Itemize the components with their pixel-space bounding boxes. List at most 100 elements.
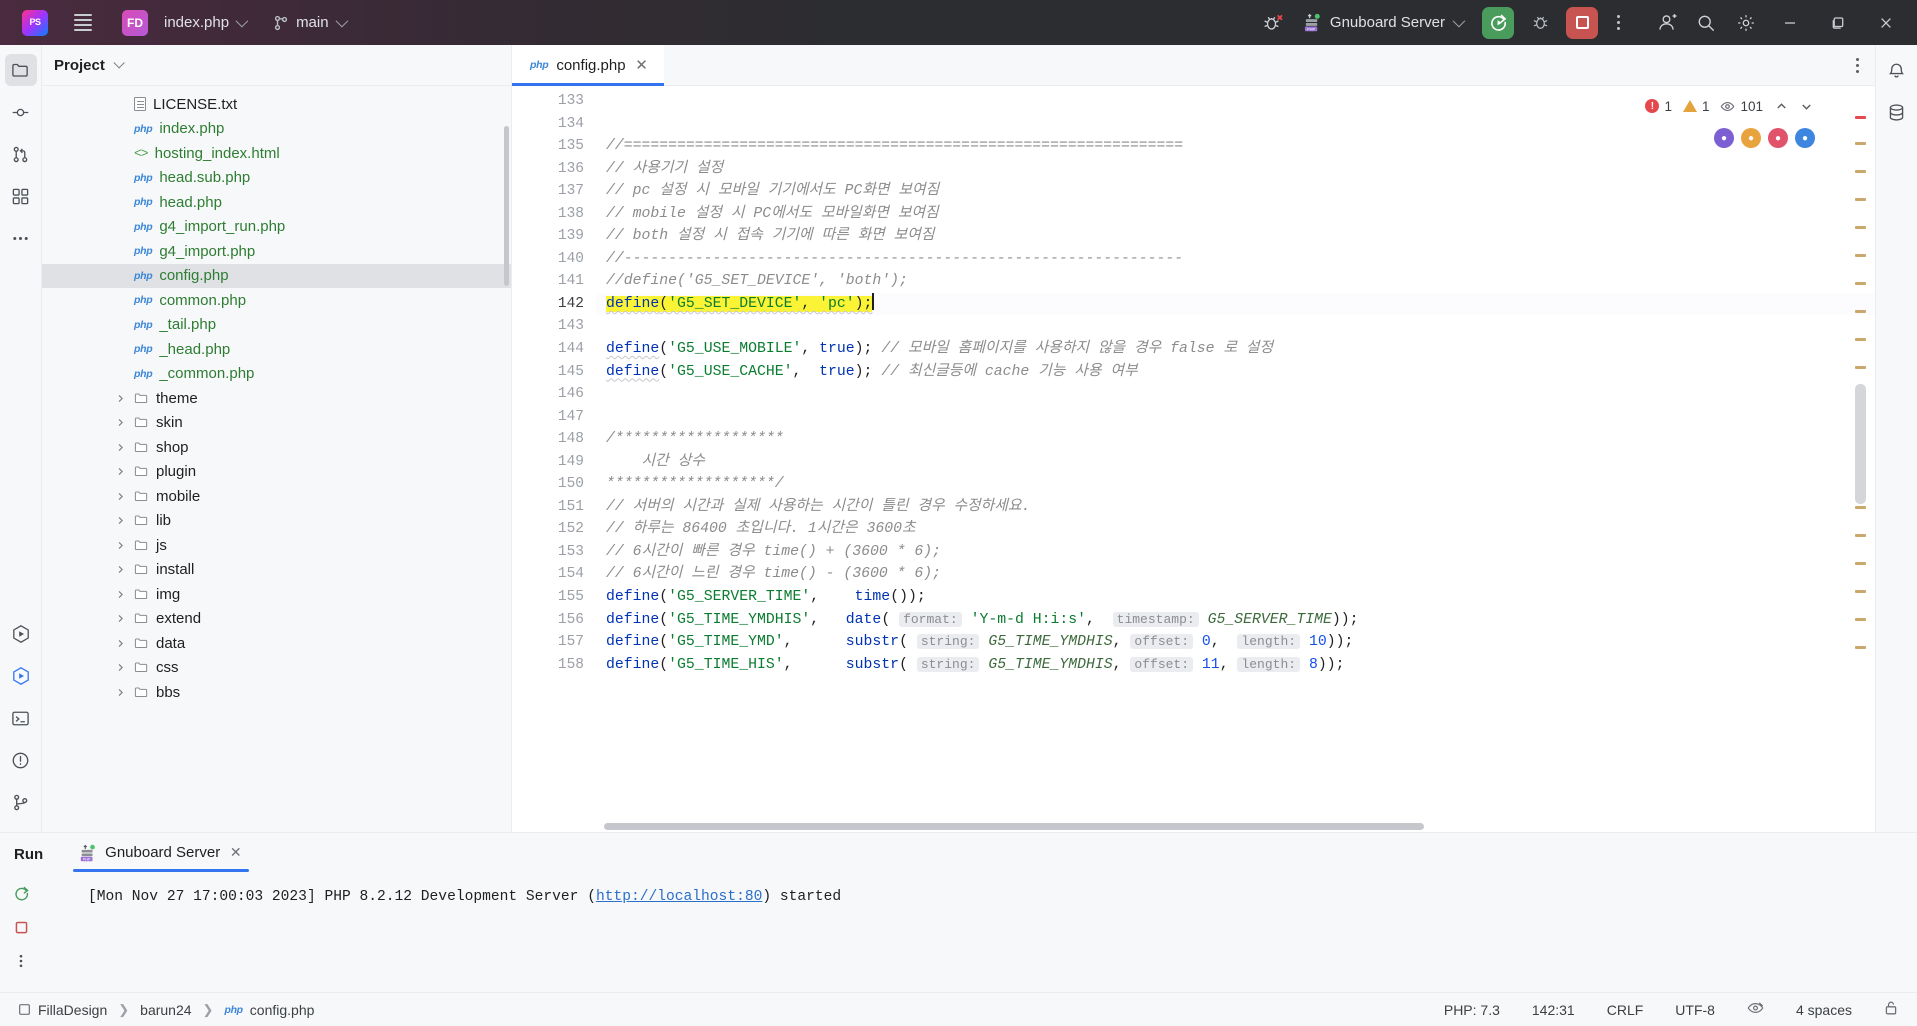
line-number[interactable]: 145: [512, 361, 596, 384]
line-number[interactable]: 151: [512, 496, 596, 519]
chevron-right-icon[interactable]: [112, 467, 128, 476]
warning-count[interactable]: 1: [1679, 98, 1714, 115]
tree-folder-item[interactable]: data: [42, 631, 511, 656]
chevron-right-icon[interactable]: [112, 565, 128, 574]
run-tab-gnuboard-server[interactable]: PHP Gnuboard Server ✕: [69, 838, 253, 872]
line-number[interactable]: 138: [512, 203, 596, 226]
debug-bug-icon[interactable]: [1254, 6, 1292, 40]
line-number[interactable]: 136: [512, 158, 596, 181]
commit-tool-icon[interactable]: [5, 96, 37, 128]
chevron-right-icon[interactable]: [112, 590, 128, 599]
editor-marker[interactable]: [1855, 170, 1866, 173]
chevron-right-icon[interactable]: [112, 639, 128, 648]
notifications-icon[interactable]: [1881, 54, 1913, 86]
code-line[interactable]: define('G5_TIME_HIS', substr( string: G5…: [596, 654, 1875, 677]
run-tool-icon[interactable]: [5, 618, 37, 650]
hamburger-menu-icon[interactable]: [66, 6, 100, 40]
avatar[interactable]: ●: [1795, 128, 1815, 148]
line-number[interactable]: 143: [512, 315, 596, 338]
editor-marker[interactable]: [1855, 366, 1866, 369]
tree-file-item[interactable]: php head.php: [42, 190, 511, 215]
line-number[interactable]: 152: [512, 518, 596, 541]
tree-file-item[interactable]: php g4_import_run.php: [42, 215, 511, 240]
chevron-right-icon[interactable]: [112, 418, 128, 427]
line-number[interactable]: 141: [512, 270, 596, 293]
code-line[interactable]: // mobile 설정 시 PC에서도 모바일화면 보여짐: [596, 203, 1875, 226]
more-options-icon[interactable]: [1605, 6, 1631, 40]
stop-button[interactable]: [1566, 6, 1598, 39]
line-number[interactable]: 158: [512, 654, 596, 677]
editor-horizontal-scrollbar[interactable]: [604, 823, 1424, 830]
tree-file-item[interactable]: php _head.php: [42, 337, 511, 362]
editor-marker[interactable]: [1855, 310, 1866, 313]
code-line[interactable]: define('G5_USE_CACHE', true); // 최신글등에 c…: [596, 361, 1875, 384]
project-tool-icon[interactable]: [4, 54, 37, 86]
project-scrollbar[interactable]: [504, 126, 509, 286]
tree-folder-item[interactable]: shop: [42, 435, 511, 460]
tree-folder-item[interactable]: lib: [42, 509, 511, 534]
tree-folder-item[interactable]: mobile: [42, 484, 511, 509]
chevron-right-icon[interactable]: [112, 614, 128, 623]
run-console-output[interactable]: [Mon Nov 27 17:00:03 2023] PHP 8.2.12 De…: [42, 875, 1917, 992]
line-number[interactable]: 150: [512, 473, 596, 496]
code-line[interactable]: define('G5_SERVER_TIME', time());: [596, 586, 1875, 609]
code-line[interactable]: // both 설정 시 접속 기기에 따른 화면 보여짐: [596, 225, 1875, 248]
line-number[interactable]: 157: [512, 631, 596, 654]
code-line[interactable]: *******************/: [596, 473, 1875, 496]
tree-folder-item[interactable]: install: [42, 558, 511, 583]
tree-file-item[interactable]: php _tail.php: [42, 313, 511, 338]
line-number[interactable]: 142: [512, 293, 596, 316]
code-line[interactable]: [596, 315, 1875, 338]
chevron-right-icon[interactable]: [112, 443, 128, 452]
editor-marker[interactable]: [1855, 506, 1866, 509]
tree-file-item[interactable]: php head.sub.php: [42, 166, 511, 191]
editor-marker[interactable]: [1855, 116, 1866, 119]
code-line[interactable]: // pc 설정 시 모바일 기기에서도 PC화면 보여짐: [596, 180, 1875, 203]
tree-file-item[interactable]: php index.php: [42, 117, 511, 142]
tree-folder-item[interactable]: css: [42, 656, 511, 681]
line-number[interactable]: 156: [512, 609, 596, 632]
tree-file-item[interactable]: php config.php: [42, 263, 511, 288]
editor-marker[interactable]: [1855, 590, 1866, 593]
tree-folder-item[interactable]: js: [42, 533, 511, 558]
editor-vertical-scrollbar[interactable]: [1855, 384, 1866, 504]
line-number[interactable]: 135: [512, 135, 596, 158]
code-line[interactable]: //define('G5_SET_DEVICE', 'both');: [596, 270, 1875, 293]
code-line[interactable]: //======================================…: [596, 135, 1875, 158]
code-line[interactable]: //--------------------------------------…: [596, 248, 1875, 271]
editor-marker[interactable]: [1855, 282, 1866, 285]
code-line[interactable]: // 서버의 시간과 실제 사용하는 시간이 틀린 경우 수정하세요.: [596, 496, 1875, 519]
run-configuration-selector[interactable]: PHP Gnuboard Server: [1294, 9, 1471, 36]
structure-icon[interactable]: [5, 180, 37, 212]
editor-marker[interactable]: [1855, 562, 1866, 565]
code-line[interactable]: // 6시간이 빠른 경우 time() + (3600 * 6);: [596, 541, 1875, 564]
tree-folder-item[interactable]: bbs: [42, 680, 511, 705]
line-number[interactable]: 154: [512, 563, 596, 586]
php-version-indicator[interactable]: PHP: 7.3: [1439, 1000, 1505, 1020]
line-number[interactable]: 137: [512, 180, 596, 203]
line-separator-indicator[interactable]: CRLF: [1602, 1000, 1649, 1020]
chevron-right-icon[interactable]: [112, 394, 128, 403]
editor-marker-bar[interactable]: [1853, 94, 1867, 824]
breadcrumb-item-module[interactable]: FillaDesign: [14, 1000, 111, 1020]
tree-folder-item[interactable]: img: [42, 582, 511, 607]
editor-marker[interactable]: [1855, 646, 1866, 649]
line-number[interactable]: 133: [512, 90, 596, 113]
code-line[interactable]: [596, 383, 1875, 406]
editor-marker[interactable]: [1855, 226, 1866, 229]
tree-file-item[interactable]: php g4_import.php: [42, 239, 511, 264]
tree-file-item[interactable]: php _common.php: [42, 362, 511, 387]
line-number[interactable]: 134: [512, 113, 596, 136]
maximize-icon[interactable]: [1815, 0, 1861, 45]
editor-marker[interactable]: [1855, 618, 1866, 621]
debug-run-icon[interactable]: [1521, 6, 1559, 40]
avatar[interactable]: ●: [1768, 128, 1788, 148]
chevron-right-icon[interactable]: [112, 516, 128, 525]
chevron-right-icon[interactable]: [112, 688, 128, 697]
code-line[interactable]: define('G5_USE_MOBILE', true); // 모바일 홈페…: [596, 338, 1875, 361]
code-line[interactable]: [596, 406, 1875, 429]
version-control-icon[interactable]: [5, 786, 37, 818]
line-number[interactable]: 149: [512, 451, 596, 474]
editor-marker[interactable]: [1855, 534, 1866, 537]
code-line[interactable]: // 6시간이 느린 경우 time() - (3600 * 6);: [596, 563, 1875, 586]
